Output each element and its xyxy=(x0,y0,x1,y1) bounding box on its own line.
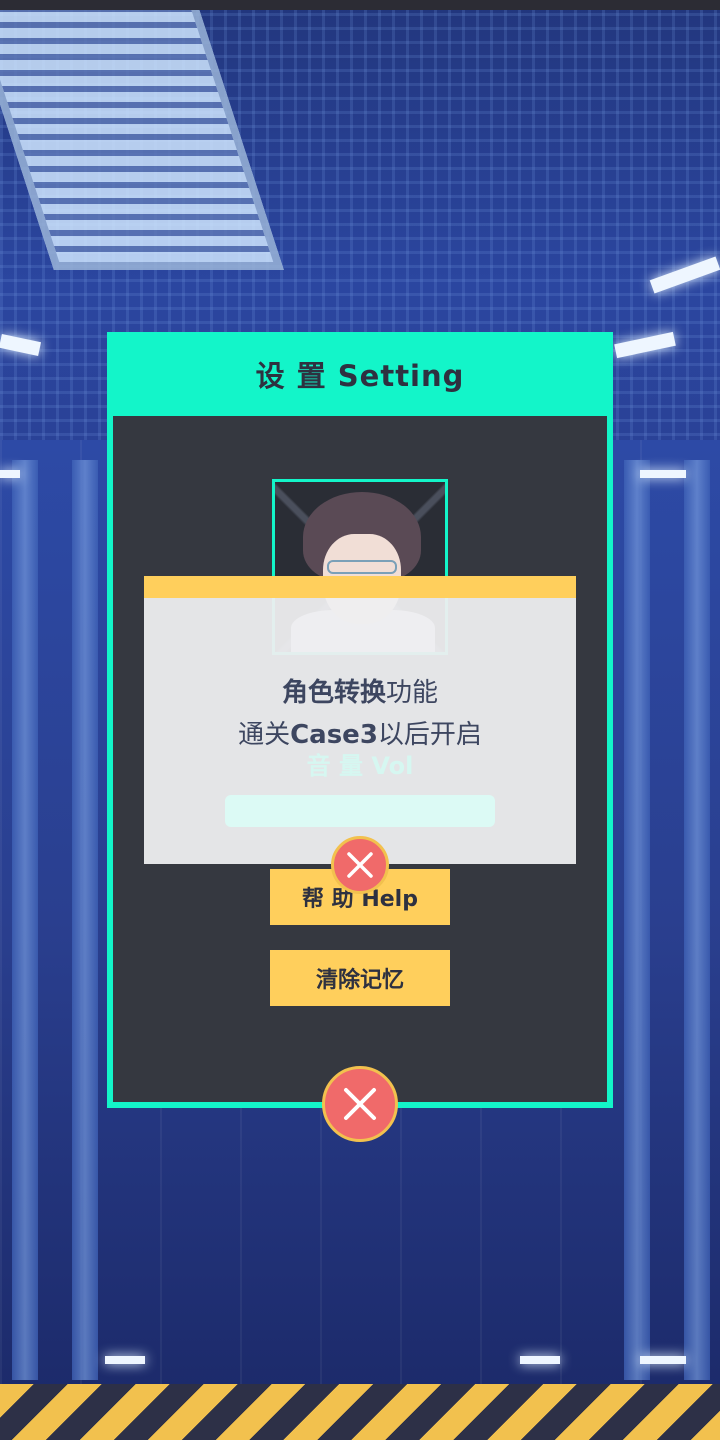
close-icon xyxy=(347,852,373,878)
wall-light xyxy=(0,470,20,478)
volume-label: 音 量 Vol xyxy=(306,752,414,780)
wall-pillar xyxy=(72,460,98,1380)
close-icon xyxy=(344,1088,376,1120)
popup-message-line1: 角色转换功能 xyxy=(144,672,576,709)
locked-feature-popup: 角色转换功能 通关Case3以后开启 音 量 Vol xyxy=(144,576,576,864)
floor-light xyxy=(105,1356,145,1364)
popup-feature-suffix: 功能 xyxy=(386,678,439,708)
floor-light xyxy=(520,1356,560,1364)
hazard-stripes xyxy=(0,1384,720,1440)
popup-top-bar xyxy=(144,576,576,598)
settings-header: 设 置 Setting xyxy=(107,332,613,416)
clear-memory-button[interactable]: 清除记忆 xyxy=(270,950,450,1006)
popup-feature-name: 角色转换 xyxy=(281,678,386,708)
wall-light xyxy=(640,470,686,478)
avatar-glasses xyxy=(327,560,397,574)
settings-title: 设 置 Setting xyxy=(255,359,465,393)
volume-slider[interactable] xyxy=(225,795,495,827)
wall-pillar xyxy=(12,460,38,1380)
floor-light xyxy=(640,1356,686,1364)
wall-pillar xyxy=(624,460,650,1380)
wall-pillar xyxy=(684,460,710,1380)
close-popup-button[interactable] xyxy=(331,836,389,894)
close-settings-button[interactable] xyxy=(322,1066,398,1142)
status-bar xyxy=(0,0,720,10)
